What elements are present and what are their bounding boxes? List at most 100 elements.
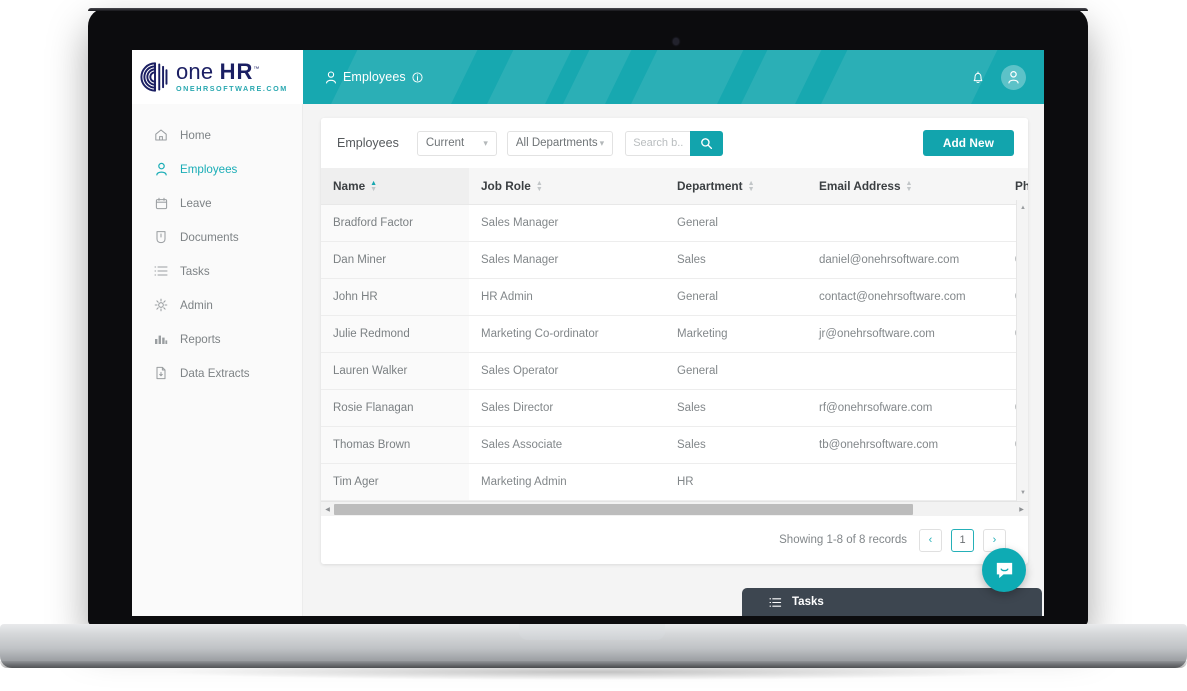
sidebar-item-label: Admin	[180, 298, 213, 312]
scroll-right-icon[interactable]: ▶	[1015, 502, 1028, 517]
cell-role: Sales Associate	[469, 426, 665, 464]
sidebar-item-documents[interactable]: Documents	[132, 220, 302, 254]
gear-icon	[154, 298, 168, 312]
table-row[interactable]: Dan Miner Sales Manager Sales daniel@onehrs…	[321, 241, 1028, 279]
cell-role: Sales Director	[469, 389, 665, 427]
chevron-down-icon: ▾	[483, 137, 488, 148]
sidebar-item-admin[interactable]: Admin	[132, 288, 302, 322]
cell-email	[807, 463, 1003, 501]
table-row[interactable]: Lauren Walker Sales Operator General	[321, 352, 1028, 390]
brand-panel: one HR™ ONEHRSOFTWARE.COM	[132, 50, 303, 104]
cell-dept: Sales	[665, 389, 807, 427]
pagination-page-1-button[interactable]: 1	[951, 528, 974, 552]
department-filter-dropdown[interactable]: All Departments ▾	[506, 130, 614, 156]
cell-name: Julie Redmond	[321, 315, 469, 353]
app-logo[interactable]: one HR™ ONEHRSOFTWARE.COM	[138, 60, 288, 94]
page-title-label: Employees	[343, 70, 406, 84]
header-stripe-decoration	[574, 50, 778, 104]
column-header-department[interactable]: Department ▲ ▼	[665, 168, 807, 205]
app-screen: one HR™ ONEHRSOFTWARE.COM Employees Home…	[132, 50, 1044, 616]
employees-table: Name ▲ ▼ Job Role ▲ ▼ Department ▲ ▼ Email Add…	[321, 168, 1028, 501]
sidebar-item-label: Leave	[180, 196, 212, 210]
person-icon	[154, 162, 168, 176]
add-new-button[interactable]: Add New	[922, 130, 1014, 156]
chevron-down-icon: ▾	[599, 137, 605, 148]
tasks-bar-label: Tasks	[792, 596, 824, 608]
cell-email: daniel@onehrsoftware.com	[807, 241, 1003, 279]
calendar-icon	[154, 196, 168, 210]
app-header: Employees	[303, 50, 1044, 104]
tasks-bar[interactable]: Tasks	[742, 588, 1042, 616]
search-input[interactable]	[625, 130, 691, 156]
cell-email	[807, 352, 1003, 390]
cell-email: contact@onehrsoftware.com	[807, 278, 1003, 316]
file-export-icon	[154, 366, 168, 380]
records-count: Showing 1-8 of 8 records	[779, 534, 907, 546]
sidebar-item-data-extracts[interactable]: Data Extracts	[132, 356, 302, 390]
list-icon	[154, 264, 168, 278]
cell-role: Marketing Co-ordinator	[469, 315, 665, 353]
sort-icon: ▲ ▼	[747, 179, 755, 193]
cell-name: Thomas Brown	[321, 426, 469, 464]
scroll-down-icon[interactable]: ▼	[1017, 487, 1028, 499]
header-stripe-decoration	[506, 50, 666, 104]
search-group	[625, 130, 724, 156]
hscroll-thumb[interactable]	[334, 503, 913, 515]
cell-dept: General	[665, 352, 807, 390]
sidebar-item-home[interactable]: Home	[132, 118, 302, 152]
column-header-email[interactable]: Email Address ▲ ▼	[807, 168, 1003, 205]
sidebar-item-label: Tasks	[180, 264, 210, 278]
cell-name: Lauren Walker	[321, 352, 469, 390]
table-row[interactable]: Tim Ager Marketing Admin HR	[321, 463, 1028, 501]
scroll-up-icon[interactable]: ▲	[1017, 202, 1028, 214]
cell-name: Tim Ager	[321, 463, 469, 501]
column-header-name[interactable]: Name ▲ ▼	[321, 168, 469, 205]
cell-dept: Marketing	[665, 315, 807, 353]
sort-icon: ▲ ▼	[535, 179, 543, 193]
cell-email	[807, 204, 1003, 242]
table-row[interactable]: Thomas Brown Sales Associate Sales tb@onehr…	[321, 426, 1028, 464]
cell-dept: General	[665, 278, 807, 316]
avatar[interactable]	[1001, 64, 1026, 90]
logo-wordmark: one HR™	[176, 59, 260, 85]
table-row[interactable]: Julie Redmond Marketing Co-ordinator Marke…	[321, 315, 1028, 353]
cell-role: Sales Manager	[469, 241, 665, 279]
table-row[interactable]: Rosie Flanagan Sales Director Sales rf@oneh…	[321, 389, 1028, 427]
cell-role: Sales Manager	[469, 204, 665, 242]
cell-email: tb@onehrsoftware.com	[807, 426, 1003, 464]
sidebar-item-label: Employees	[180, 162, 238, 176]
sidebar: Home Employees Leave Documents Tasks Adm…	[132, 104, 303, 616]
table-row[interactable]: Bradford Factor Sales Manager General	[321, 204, 1028, 242]
column-header-job-role[interactable]: Job Role ▲ ▼	[469, 168, 665, 205]
search-icon	[701, 137, 713, 149]
table-header-row: Name ▲ ▼ Job Role ▲ ▼ Department ▲ ▼ Email Add…	[321, 168, 1028, 205]
fingerprint-logo-icon	[140, 62, 168, 92]
hscroll-track[interactable]	[334, 502, 1015, 517]
sidebar-item-reports[interactable]: Reports	[132, 322, 302, 356]
search-button[interactable]	[690, 130, 724, 156]
table-footer: Showing 1-8 of 8 records ‹ 1 ›	[321, 516, 1028, 564]
scroll-left-icon[interactable]: ◀	[321, 502, 334, 517]
pagination-prev-button[interactable]: ‹	[919, 528, 942, 552]
person-icon	[326, 70, 336, 84]
bell-icon[interactable]	[971, 70, 985, 85]
info-icon[interactable]	[412, 71, 423, 83]
sidebar-item-tasks[interactable]: Tasks	[132, 254, 302, 288]
avatar-icon	[1008, 71, 1019, 84]
sidebar-item-employees[interactable]: Employees	[132, 152, 302, 186]
cell-role: HR Admin	[469, 278, 665, 316]
employees-panel: Employees Current ▾ All Departments ▾ Se…	[321, 118, 1028, 564]
status-filter-dropdown[interactable]: Current ▾	[416, 130, 497, 156]
cell-dept: HR	[665, 463, 807, 501]
cell-role: Marketing Admin	[469, 463, 665, 501]
table-horizontal-scrollbar[interactable]: ◀ ▶	[321, 501, 1028, 516]
chat-launcher-button[interactable]	[982, 548, 1026, 592]
sidebar-item-leave[interactable]: Leave	[132, 186, 302, 220]
cell-email: jr@onehrsoftware.com	[807, 315, 1003, 353]
chat-bubble-icon	[996, 562, 1012, 578]
home-icon	[154, 128, 168, 142]
table-vertical-scrollbar[interactable]: ▲ ▼	[1016, 200, 1028, 501]
top-bar: one HR™ ONEHRSOFTWARE.COM Employees	[132, 50, 1044, 104]
table-row[interactable]: John HR HR Admin General contact@onehrsoftw…	[321, 278, 1028, 316]
page-title: Employees	[325, 70, 423, 84]
